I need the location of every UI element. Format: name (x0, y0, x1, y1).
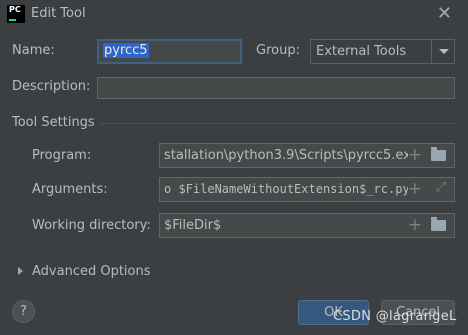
help-button[interactable]: ? (12, 300, 35, 323)
plus-icon[interactable]: + (408, 215, 422, 236)
group-label: Group: (256, 43, 300, 58)
working-directory-label: Working directory: (32, 218, 151, 233)
app-icon-text: PC (9, 5, 21, 14)
name-value: pyrcc5 (103, 43, 149, 58)
description-label: Description: (12, 79, 91, 94)
advanced-options-toggle[interactable]: Advanced Options (32, 264, 151, 279)
dropdown-arrow-icon[interactable] (431, 40, 454, 63)
name-label: Name: (12, 43, 55, 58)
arguments-label: Arguments: (32, 182, 108, 197)
tool-settings-heading: Tool Settings (12, 115, 95, 130)
title-bar: PC Edit Tool ✕ (0, 0, 468, 30)
plus-icon[interactable]: + (408, 179, 422, 200)
group-value: External Tools (316, 44, 407, 59)
plus-icon[interactable]: + (408, 145, 422, 166)
chevron-right-icon[interactable] (18, 267, 23, 275)
section-divider (101, 123, 455, 124)
working-directory-field[interactable]: $FileDir$ + (159, 213, 455, 238)
close-icon[interactable]: ✕ (437, 3, 452, 24)
group-combo[interactable]: External Tools (310, 39, 455, 64)
app-icon-bar (9, 19, 16, 21)
description-field[interactable] (97, 77, 455, 99)
watermark: CSDN @lagrangeL (333, 309, 457, 324)
arguments-field[interactable]: o $FileNameWithoutExtension$_rc.py + ⤢ (159, 177, 455, 202)
folder-icon[interactable] (431, 217, 446, 231)
dialog-title: Edit Tool (31, 6, 86, 21)
folder-icon[interactable] (431, 147, 446, 161)
expand-icon[interactable]: ⤢ (436, 180, 446, 195)
working-directory-value: $FileDir$ (164, 218, 222, 233)
pycharm-app-icon: PC (7, 5, 25, 23)
program-label: Program: (32, 148, 92, 163)
arguments-value: o $FileNameWithoutExtension$_rc.py (164, 182, 408, 196)
program-field[interactable]: stallation\python3.9\Scripts\pyrcc5.exe … (159, 143, 455, 168)
program-value: stallation\python3.9\Scripts\pyrcc5.exe (164, 148, 408, 163)
name-field[interactable]: pyrcc5 (97, 39, 242, 64)
